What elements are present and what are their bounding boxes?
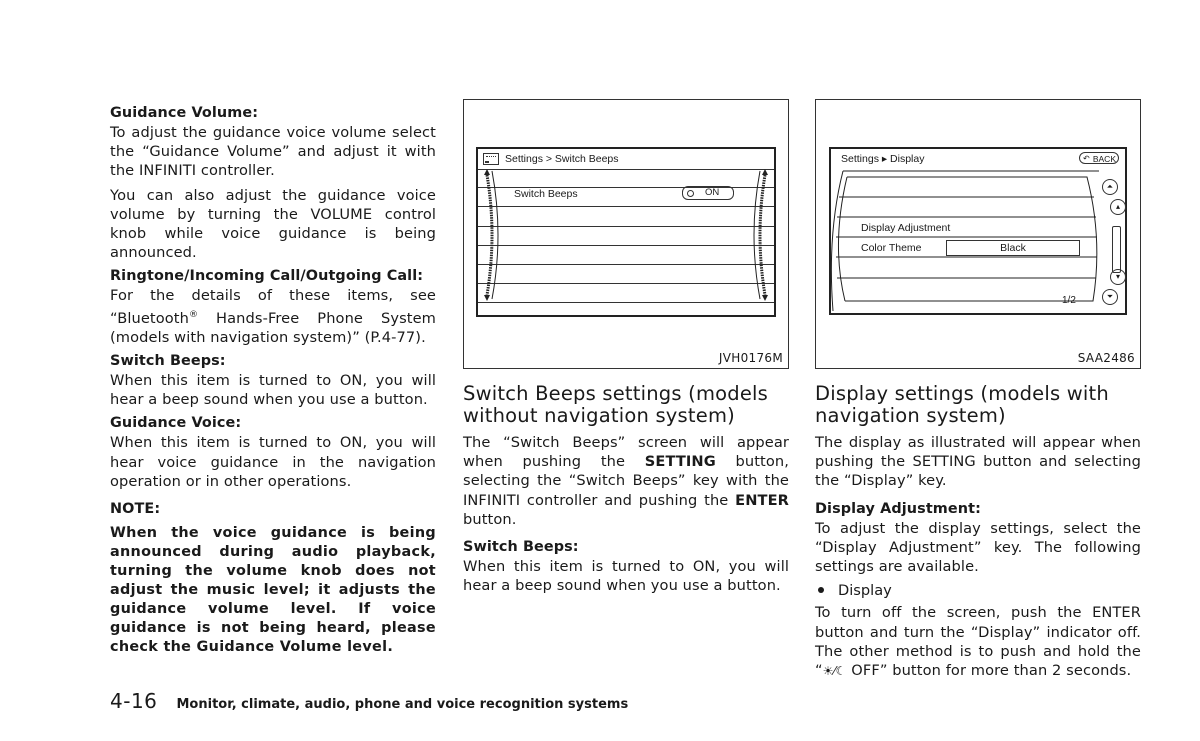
column-right: Display settings (models with navigation… <box>815 383 1141 686</box>
column-middle: Switch Beeps settings (models without na… <box>463 383 789 600</box>
display-adjustment-item[interactable]: Display Adjustment <box>861 222 950 234</box>
heading-guidance-voice: Guidance Voice: <box>110 415 242 432</box>
right-down-arrow-icon <box>762 295 768 301</box>
list-box <box>845 176 1098 302</box>
display-settings-screen: Settings ▸ Display ↶ BACK Display Adjust… <box>829 147 1127 315</box>
left-down-arrow-icon <box>484 295 490 301</box>
color-theme-item[interactable]: Color Theme <box>861 242 922 254</box>
heading-switch-beeps: Switch Beeps: <box>463 539 579 556</box>
setting-button-ref: SETTING <box>644 453 716 471</box>
note-title: NOTE: <box>110 500 161 517</box>
left-inner-arc <box>838 176 848 302</box>
column-left: Guidance Volume: To adjust the guidance … <box>110 104 436 657</box>
scroll-arcs <box>484 169 768 301</box>
bullet-display: Display <box>815 581 1141 600</box>
scroll-down-icon[interactable]: ▾ <box>1110 269 1126 285</box>
note-text: When the voice guidance is being announc… <box>110 525 436 656</box>
heading-switch-beeps: Switch Beeps: <box>110 352 226 369</box>
figure-switch-beeps-screen: Settings > Switch Beeps Switch Beeps ON … <box>463 99 789 369</box>
display-off-text-2: OFF” button for more than 2 seconds. <box>846 662 1132 680</box>
display-off-text: To turn off the screen, push the ENTER b… <box>815 603 1141 681</box>
heading-guidance-volume: Guidance Volume: <box>110 105 259 121</box>
section-title-switch-beeps: Switch Beeps settings (models without na… <box>463 382 769 427</box>
intro-text: button. <box>463 510 517 528</box>
registered-mark: ® <box>188 309 199 320</box>
guidance-volume-text-2: You can also adjust the guidance voice v… <box>110 186 436 262</box>
day-night-icon: ☀⁄☾ <box>822 664 847 679</box>
left-up-arrow-icon <box>484 169 490 175</box>
page-indicator: 1/2 <box>1062 295 1076 306</box>
page-footer: 4-16 Monitor, climate, audio, phone and … <box>110 689 628 713</box>
guidance-volume-text-1: To adjust the guidance voice volume sele… <box>110 124 436 180</box>
enter-button-ref: ENTER <box>735 491 789 509</box>
page-down-icon[interactable]: ⏷ <box>1102 289 1118 305</box>
display-intro: The display as illustrated will appear w… <box>815 434 1141 490</box>
display-adjustment-text: To adjust the display settings, select t… <box>815 519 1141 576</box>
right-up-arrow-icon <box>762 169 768 175</box>
page-number: 4-16 <box>110 689 158 713</box>
heading-display-adjustment: Display Adjustment: <box>815 500 981 517</box>
scrollbar[interactable] <box>1112 226 1121 273</box>
figure-display-screen: Settings ▸ Display ↶ BACK Display Adjust… <box>815 99 1141 369</box>
guidance-voice-text: When this item is turned to ON, you will… <box>110 434 436 490</box>
scroll-up-icon[interactable]: ▴ <box>1110 199 1126 215</box>
right-scroll-dots <box>758 174 767 296</box>
page-up-icon[interactable]: ⏶ <box>1102 179 1118 195</box>
heading-ringtone: Ringtone/Incoming Call/Outgoing Call: <box>110 268 424 285</box>
figure-code: SAA2486 <box>1077 351 1135 365</box>
switch-beeps-screen: Settings > Switch Beeps Switch Beeps ON <box>476 147 776 317</box>
bullet-label: Display <box>838 582 892 600</box>
figure-code: JVH0176M <box>718 351 783 365</box>
color-theme-value[interactable]: Black <box>946 240 1080 256</box>
section-title-display: Display settings (models with navigation… <box>815 382 1109 427</box>
switch-beeps-text: When this item is turned to ON, you will… <box>463 558 789 595</box>
left-scroll-dots <box>485 174 494 296</box>
ringtone-text: For the details of these items, see “Blu… <box>110 286 436 346</box>
switch-beeps-text: When this item is turned to ON, you will… <box>110 371 436 409</box>
chapter-title: Monitor, climate, audio, phone and voice… <box>176 697 629 712</box>
left-outer-arc <box>831 170 844 312</box>
bullet-icon <box>818 587 824 594</box>
switch-beeps-intro: The “Switch Beeps” screen will appear wh… <box>463 433 789 529</box>
